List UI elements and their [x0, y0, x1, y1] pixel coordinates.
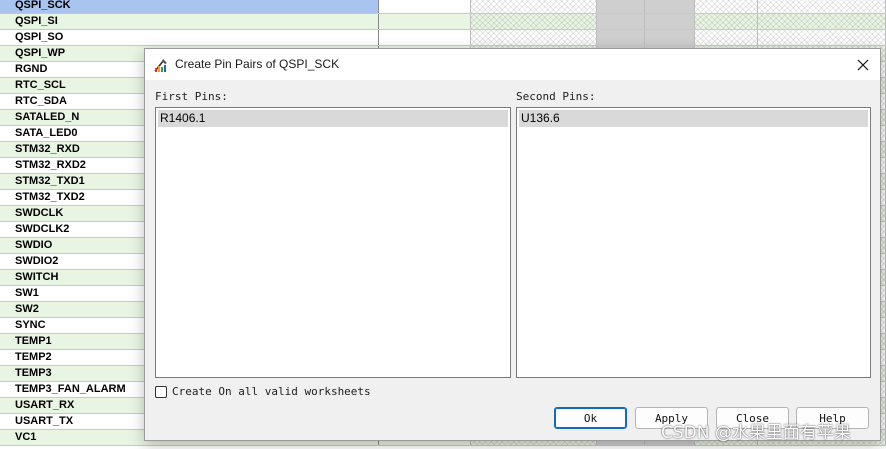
first-pins-item[interactable]: R1406.1 [158, 110, 508, 127]
create-on-all-worksheets-row[interactable]: Create On all valid worksheets [155, 385, 371, 398]
net-name-cell[interactable]: QSPI_SI [0, 14, 379, 29]
grid-cell[interactable] [597, 14, 645, 29]
grid-cell[interactable] [471, 0, 597, 13]
grid-cell[interactable] [695, 30, 758, 45]
app-icon [153, 57, 169, 73]
create-on-all-worksheets-label[interactable]: Create On all valid worksheets [172, 385, 371, 398]
net-row[interactable]: QSPI_SO [0, 30, 886, 46]
net-name-cell[interactable]: QSPI_SCK [0, 0, 379, 13]
net-row[interactable]: QSPI_SI [0, 14, 886, 30]
grid-cell[interactable] [758, 14, 886, 29]
grid-cell[interactable] [379, 0, 471, 13]
grid-cell[interactable] [695, 14, 758, 29]
grid-cell[interactable] [645, 14, 695, 29]
create-on-all-worksheets-checkbox[interactable] [155, 385, 167, 398]
grid-cell[interactable] [471, 30, 597, 45]
dialog-title: Create Pin Pairs of QSPI_SCK [175, 57, 340, 71]
net-name-cell[interactable]: QSPI_SO [0, 30, 379, 45]
grid-cell[interactable] [645, 30, 695, 45]
grid-cell[interactable] [758, 30, 886, 45]
create-pin-pairs-dialog: Create Pin Pairs of QSPI_SCK First Pins:… [144, 48, 881, 441]
close-icon[interactable] [846, 49, 880, 80]
second-pins-label: Second Pins: [516, 90, 596, 103]
grid-cell[interactable] [645, 0, 695, 13]
first-pins-label: First Pins: [155, 90, 228, 103]
grid-cell[interactable] [695, 0, 758, 13]
dialog-titlebar[interactable]: Create Pin Pairs of QSPI_SCK [145, 49, 880, 80]
ok-button[interactable]: Ok [554, 407, 627, 429]
second-pins-item[interactable]: U136.6 [519, 110, 868, 127]
grid-cell[interactable] [597, 0, 645, 13]
grid-cell[interactable] [597, 30, 645, 45]
first-pins-list[interactable]: R1406.1 [155, 107, 511, 378]
watermark: CSDN @水果里面有苹果 [661, 423, 851, 443]
grid-cell[interactable] [758, 0, 886, 13]
grid-cell[interactable] [379, 30, 471, 45]
second-pins-list[interactable]: U136.6 [516, 107, 871, 378]
grid-cell[interactable] [379, 14, 471, 29]
grid-cell[interactable] [471, 14, 597, 29]
net-row[interactable]: QSPI_SCK [0, 0, 886, 14]
